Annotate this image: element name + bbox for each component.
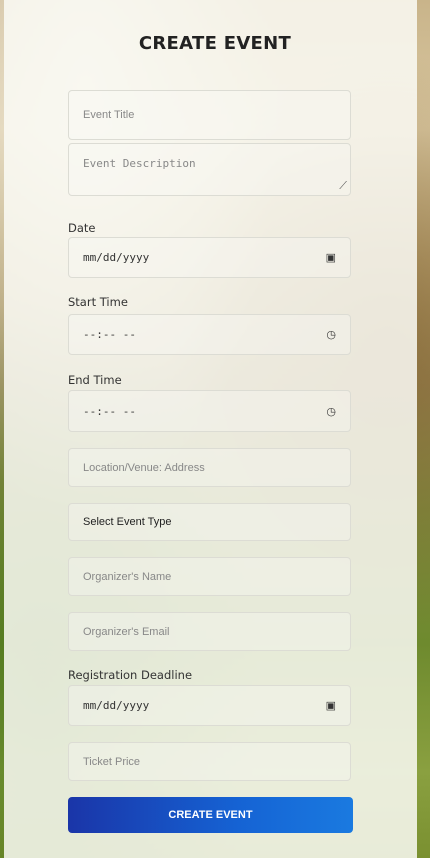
organizer-email-input[interactable]: Organizer's Email bbox=[68, 612, 351, 651]
ticket-price-placeholder: Ticket Price bbox=[83, 755, 141, 768]
registration-deadline-label: Registration Deadline bbox=[68, 668, 193, 682]
deadline-placeholder: mm/dd/yyyy bbox=[83, 699, 150, 712]
end-time-input[interactable]: --:-- -- ◷ bbox=[68, 390, 351, 432]
end-time-placeholder: --:-- -- bbox=[83, 404, 136, 418]
end-time-label: End Time bbox=[68, 373, 122, 387]
clock-icon[interactable]: ◷ bbox=[326, 405, 336, 418]
event-type-select[interactable]: Select Event Type bbox=[68, 503, 351, 541]
organizer-name-placeholder: Organizer's Name bbox=[83, 570, 172, 583]
create-event-button[interactable]: CREATE EVENT bbox=[68, 797, 353, 833]
date-input[interactable]: mm/dd/yyyy ▣ bbox=[68, 237, 351, 278]
registration-deadline-input[interactable]: mm/dd/yyyy ▣ bbox=[68, 685, 351, 726]
event-description-textarea[interactable]: Event Description ⟋ bbox=[68, 143, 351, 196]
event-title-input[interactable]: Event Title bbox=[68, 90, 351, 140]
page-title: CREATE EVENT bbox=[138, 33, 292, 54]
organizer-email-placeholder: Organizer's Email bbox=[83, 625, 170, 638]
clock-icon[interactable]: ◷ bbox=[326, 328, 336, 341]
event-description-placeholder: Event Description bbox=[83, 157, 196, 170]
calendar-icon[interactable]: ▣ bbox=[326, 699, 336, 712]
event-type-value: Select Event Type bbox=[83, 516, 172, 528]
start-time-placeholder: --:-- -- bbox=[83, 328, 136, 341]
start-time-input[interactable]: --:-- -- ◷ bbox=[68, 314, 351, 355]
location-placeholder: Location/Venue: Address bbox=[83, 461, 205, 474]
date-placeholder: mm/dd/yyyy bbox=[83, 251, 150, 264]
ticket-price-input[interactable]: Ticket Price bbox=[68, 742, 351, 781]
location-input[interactable]: Location/Venue: Address bbox=[68, 448, 351, 487]
start-time-label: Start Time bbox=[68, 295, 128, 309]
resize-handle-icon[interactable]: ⟋ bbox=[339, 180, 347, 193]
event-title-placeholder: Event Title bbox=[83, 109, 135, 121]
organizer-name-input[interactable]: Organizer's Name bbox=[68, 557, 351, 596]
date-label: Date bbox=[68, 221, 96, 235]
calendar-icon[interactable]: ▣ bbox=[326, 251, 336, 264]
